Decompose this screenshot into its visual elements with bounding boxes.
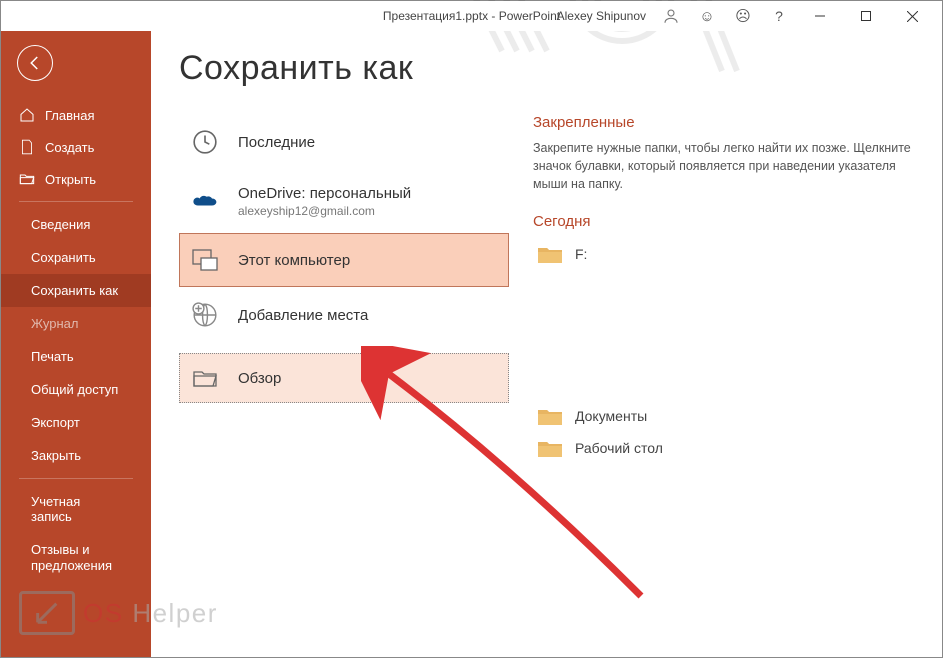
location-addplace-label: Добавление места (238, 307, 368, 324)
browse-icon (190, 368, 220, 388)
sidebar-item-close[interactable]: Закрыть (1, 439, 151, 472)
sidebar-label-home: Главная (45, 108, 94, 123)
folder-name-docs: Документы (575, 408, 647, 424)
clock-icon (190, 129, 220, 155)
sidebar-divider (19, 478, 133, 479)
folder-item-f[interactable]: F: (533, 238, 914, 270)
folder-name-desktop: Рабочий стол (575, 440, 663, 456)
sidebar-item-print[interactable]: Печать (1, 340, 151, 373)
sidebar-item-history[interactable]: Журнал (1, 307, 151, 340)
location-browse-label: Обзор (238, 370, 281, 387)
folder-icon (537, 244, 563, 264)
folder-item-desktop[interactable]: Рабочий стол (533, 432, 914, 464)
smile-icon[interactable]: ☺ (690, 1, 724, 31)
sidebar-item-new[interactable]: Создать (1, 131, 151, 163)
location-recent-label: Последние (238, 134, 315, 151)
location-recent[interactable]: Последние (179, 114, 509, 170)
thispc-icon (190, 248, 220, 272)
locations-column: Последние OneDrive: персональный alexeys… (179, 114, 509, 464)
folders-column: Закрепленные Закрепите нужные папки, что… (509, 114, 914, 464)
frown-icon[interactable]: ☹ (726, 1, 760, 31)
help-icon[interactable]: ? (762, 1, 796, 31)
new-icon (19, 139, 35, 155)
user-icon[interactable] (654, 1, 688, 31)
folder-icon (537, 406, 563, 426)
page-title: Сохранить как (179, 49, 914, 88)
sidebar-item-open[interactable]: Открыть (1, 163, 151, 195)
sidebar-divider (19, 201, 133, 202)
folder-name-f: F: (575, 246, 587, 262)
today-heading: Сегодня (533, 213, 914, 230)
backstage-content: Сохранить как Последние OneDrive: персон… (151, 31, 942, 657)
sidebar-item-info[interactable]: Сведения (1, 208, 151, 241)
sidebar-item-export[interactable]: Экспорт (1, 406, 151, 439)
user-name: Alexey Shipunov (557, 9, 646, 23)
sidebar-item-share[interactable]: Общий доступ (1, 373, 151, 406)
titlebar: Презентация1.pptx - PowerPoint Alexey Sh… (1, 1, 942, 31)
onedrive-icon (190, 193, 220, 211)
sidebar-item-feedback[interactable]: Отзывы и предложения (1, 533, 151, 582)
backstage-sidebar: Главная Создать Открыть Сведения Сохрани… (1, 31, 151, 657)
window-title: Презентация1.pptx - PowerPoint (383, 9, 560, 23)
location-thispc-label: Этот компьютер (238, 252, 350, 269)
minimize-button[interactable] (798, 1, 842, 31)
sidebar-item-saveas[interactable]: Сохранить как (1, 274, 151, 307)
location-thispc[interactable]: Этот компьютер (179, 233, 509, 287)
sidebar-label-open: Открыть (45, 172, 96, 187)
sidebar-item-save[interactable]: Сохранить (1, 241, 151, 274)
sidebar-item-account[interactable]: Учетная запись (1, 485, 151, 533)
location-onedrive[interactable]: OneDrive: персональный alexeyship12@gmai… (179, 170, 509, 233)
back-button[interactable] (17, 45, 53, 81)
location-onedrive-sub: alexeyship12@gmail.com (238, 204, 411, 218)
folder-item-docs[interactable]: Документы (533, 400, 914, 432)
folder-icon (537, 438, 563, 458)
sidebar-item-home[interactable]: Главная (1, 99, 151, 131)
pinned-description: Закрепите нужные папки, чтобы легко найт… (533, 139, 914, 193)
location-browse[interactable]: Обзор (179, 353, 509, 403)
open-icon (19, 171, 35, 187)
home-icon (19, 107, 35, 123)
close-button[interactable] (890, 1, 934, 31)
sidebar-label-new: Создать (45, 140, 94, 155)
pinned-heading: Закрепленные (533, 114, 914, 131)
maximize-button[interactable] (844, 1, 888, 31)
addplace-icon (190, 302, 220, 328)
location-addplace[interactable]: Добавление места (179, 287, 509, 343)
location-onedrive-label: OneDrive: персональный (238, 185, 411, 202)
